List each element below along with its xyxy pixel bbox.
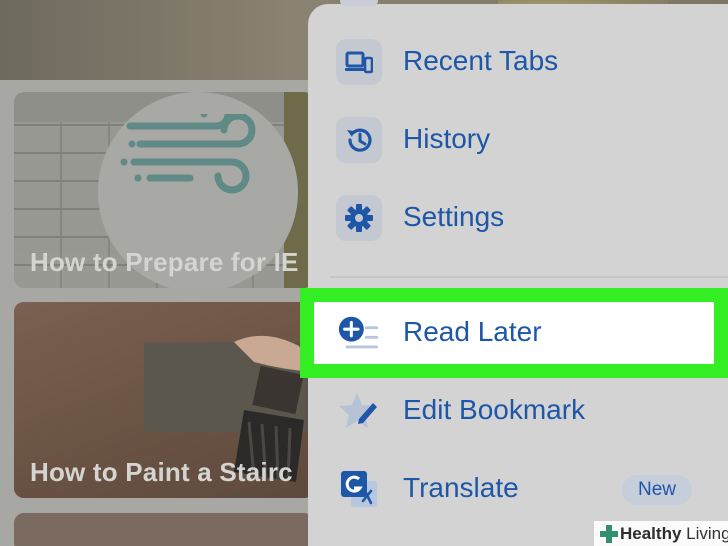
menu-item-recent-tabs[interactable]: Recent Tabs — [308, 31, 728, 93]
article-title: How to Prepare for IE — [30, 247, 299, 277]
read-later-plus-icon — [336, 310, 382, 356]
menu-item-label: Read Later — [403, 316, 542, 347]
watermark-text: Healthy Living — [620, 523, 728, 543]
menu-item-label: Recent Tabs — [403, 45, 559, 76]
article-card-prepare[interactable]: How to Prepare for IE — [14, 92, 314, 288]
menu-item-read-later[interactable]: Read Later — [308, 302, 728, 364]
wind-icon — [120, 114, 256, 194]
star-pencil-icon — [336, 388, 382, 434]
new-badge: New — [622, 475, 692, 505]
menu-item-label: Edit Bookmark — [403, 394, 586, 425]
menu-divider — [330, 276, 728, 278]
article-card-third[interactable] — [14, 513, 314, 546]
settings-gear-icon — [336, 195, 382, 241]
article-title: How to Paint a Stairc — [30, 457, 293, 487]
menu-item-label: History — [403, 123, 491, 154]
watermark: Healthy Living — [594, 521, 728, 546]
medical-cross-icon — [600, 524, 618, 543]
menu-item-label: Translate — [403, 472, 519, 503]
history-icon — [336, 117, 382, 163]
menu-item-edit-bookmark[interactable]: Edit Bookmark — [308, 380, 728, 442]
menu-top-edge — [340, 0, 378, 6]
menu-item-settings[interactable]: Settings — [308, 187, 728, 249]
menu-item-label: Settings — [403, 201, 505, 232]
menu-item-history[interactable]: History — [308, 109, 728, 171]
translate-icon — [336, 466, 382, 512]
recent-tabs-icon — [336, 39, 382, 85]
article-card-paint[interactable]: How to Paint a Stairc — [14, 302, 314, 498]
